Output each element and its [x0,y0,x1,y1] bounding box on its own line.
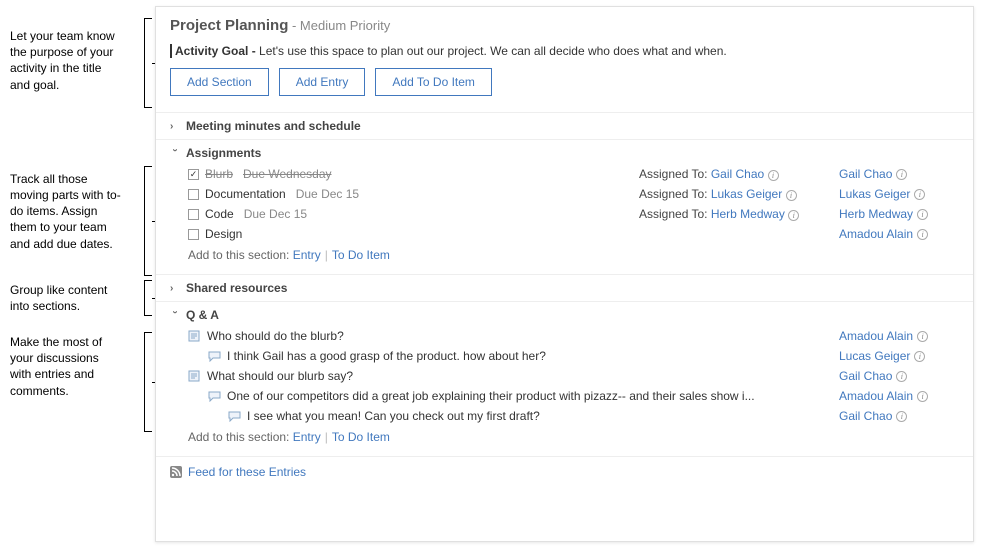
add-todo-link[interactable]: To Do Item [332,430,390,444]
entry-row: What should our blurb say? Gail Chaoi [188,366,959,386]
entry-row: Who should do the blurb? Amadou Alaini [188,326,959,346]
info-icon[interactable]: i [768,170,779,181]
todo-title: Blurb [205,167,233,181]
chevron-right-icon: › [170,283,180,294]
info-icon[interactable]: i [914,351,925,362]
todo-checkbox[interactable] [188,209,199,220]
add-entry-link[interactable]: Entry [293,248,321,262]
info-icon[interactable]: i [917,229,928,240]
todo-checkbox[interactable] [188,189,199,200]
activity-title: Project Planning [170,17,288,34]
todo-due: Due Dec 15 [244,207,307,221]
activity-goal: Activity Goal - Let's use this space to … [170,44,959,58]
activity-goal-label: Activity Goal - [175,44,259,58]
author-link[interactable]: Herb Medway i [839,207,959,221]
assigned-to-link[interactable]: Herb Medway [711,207,785,221]
section-assignments-title: Assignments [186,146,261,160]
info-icon[interactable]: i [914,189,925,200]
todo-due: Due Dec 15 [296,187,359,201]
chevron-down-icon: › [170,310,181,320]
todo-row: Code Due Dec 15 Assigned To: Herb Medway… [188,204,959,224]
todo-row: Design Amadou Alain i [188,224,959,244]
annotation-title-goal: Let your team know the purpose of your a… [10,28,147,93]
add-todo-link[interactable]: To Do Item [332,248,390,262]
info-icon[interactable]: i [917,209,928,220]
assigned-to-link[interactable]: Lukas Geiger [711,187,782,201]
section-qa-title: Q & A [186,308,219,322]
annotation-sections: Group like content into sections. [10,282,147,314]
add-entry-link[interactable]: Entry [293,430,321,444]
info-icon[interactable]: i [917,331,928,342]
section-qa-header[interactable]: › Q & A [170,308,959,322]
section-meeting-header[interactable]: › Meeting minutes and schedule [170,119,959,133]
comment-text[interactable]: One of our competitors did a great job e… [227,389,755,403]
author-link[interactable]: Lucas Geigeri [839,349,959,363]
entry-icon [188,370,201,382]
entry-text[interactable]: What should our blurb say? [207,369,353,383]
assigned-to-label: Assigned To: [639,207,711,221]
info-icon[interactable]: i [896,411,907,422]
info-icon[interactable]: i [788,210,799,221]
section-assignments-header[interactable]: › Assignments [170,146,959,160]
todo-checkbox[interactable]: ✓ [188,169,199,180]
feed-label: Feed for these Entries [188,465,306,479]
author-link[interactable]: Gail Chao i [839,167,959,181]
feed-link[interactable]: Feed for these Entries [156,456,973,487]
info-icon[interactable]: i [786,190,797,201]
author-link[interactable]: Gail Chaoi [839,369,959,383]
annotation-discussions: Make the most of your discussions with e… [10,334,147,399]
info-icon[interactable]: i [896,169,907,180]
comment-row: I think Gail has a good grasp of the pro… [188,346,959,366]
todo-checkbox[interactable] [188,229,199,240]
comment-icon [228,410,241,422]
todo-title: Documentation [205,187,286,201]
section-meeting-title: Meeting minutes and schedule [186,119,361,133]
todo-due: Due Wednesday [243,167,332,181]
info-icon[interactable]: i [917,391,928,402]
author-link[interactable]: Lukas Geiger i [839,187,959,201]
activity-priority: - Medium Priority [288,18,390,33]
todo-row: ✓ Blurb Due Wednesday Assigned To: Gail … [188,164,959,184]
chevron-right-icon: › [170,121,180,132]
rss-icon [170,466,182,478]
section-add-line: Add to this section: Entry|To Do Item [188,426,959,446]
section-shared-header[interactable]: › Shared resources [170,281,959,295]
todo-title: Code [205,207,234,221]
author-link[interactable]: Amadou Alain i [839,227,959,241]
assigned-to-link[interactable]: Gail Chao [711,167,764,181]
activity-panel: Project Planning - Medium Priority Activ… [155,6,974,542]
assigned-to-label: Assigned To: [639,187,711,201]
chevron-down-icon: › [170,148,181,158]
entry-text[interactable]: Who should do the blurb? [207,329,344,343]
comment-row: I see what you mean! Can you check out m… [188,406,959,426]
add-entry-button[interactable]: Add Entry [279,68,366,96]
comment-icon [208,350,221,362]
add-todo-button[interactable]: Add To Do Item [375,68,492,96]
comment-text[interactable]: I see what you mean! Can you check out m… [247,409,540,423]
author-link[interactable]: Amadou Alaini [839,329,959,343]
comment-icon [208,390,221,402]
annotation-todo-items: Track all those moving parts with to-do … [10,171,147,252]
section-shared-title: Shared resources [186,281,287,295]
activity-goal-text: Let's use this space to plan out our pro… [259,44,727,58]
author-link[interactable]: Gail Chaoi [839,409,959,423]
entry-icon [188,330,201,342]
info-icon[interactable]: i [896,371,907,382]
author-link[interactable]: Amadou Alaini [839,389,959,403]
comment-text[interactable]: I think Gail has a good grasp of the pro… [227,349,546,363]
activity-title-line: Project Planning - Medium Priority [170,17,959,34]
comment-row: One of our competitors did a great job e… [188,386,959,406]
todo-title: Design [205,227,242,241]
add-section-button[interactable]: Add Section [170,68,269,96]
assigned-to-label: Assigned To: [639,167,711,181]
section-add-line: Add to this section: Entry|To Do Item [188,244,959,264]
todo-row: Documentation Due Dec 15 Assigned To: Lu… [188,184,959,204]
